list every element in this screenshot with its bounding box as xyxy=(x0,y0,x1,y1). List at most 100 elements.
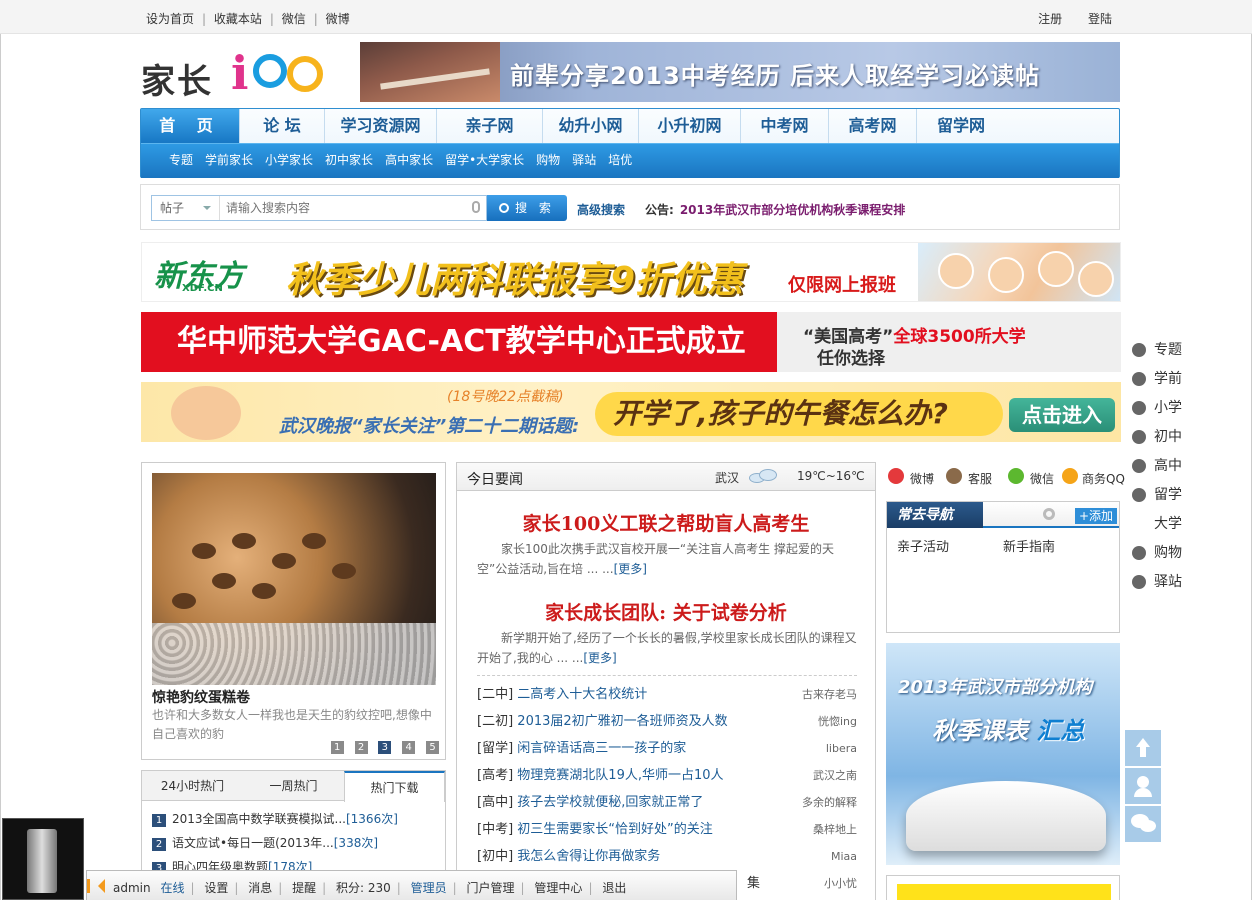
messages-link[interactable]: 消息 xyxy=(248,881,272,895)
qq-icon[interactable] xyxy=(1062,468,1078,484)
business-qq-link[interactable]: 商务QQ xyxy=(1082,470,1125,487)
bookmark-link[interactable]: 收藏本站 xyxy=(214,12,262,26)
collapse-bar-icon[interactable] xyxy=(87,879,90,893)
advanced-search-link[interactable]: 高级搜索 xyxy=(577,201,625,218)
login-link[interactable]: 登陆 xyxy=(1088,12,1112,26)
search-category-select[interactable]: 帖子 xyxy=(152,196,220,220)
headline-1[interactable]: 家长100义工联之帮助盲人高考生 xyxy=(457,509,875,536)
nav-item-home[interactable]: 首 页 xyxy=(141,109,240,143)
list-item[interactable]: [高考] 物理竞赛湖北队19人,华师一占10人 武汉之南 xyxy=(477,762,857,789)
slide-title[interactable]: 惊艳豹纹蛋糕卷 xyxy=(152,687,250,707)
subnav-item[interactable]: 留学•大学家长 xyxy=(445,144,524,176)
nav-item-study[interactable]: 学习资源网 xyxy=(325,109,437,143)
frequent-link[interactable]: 亲子活动 xyxy=(897,536,949,555)
wechat-chat-icon[interactable] xyxy=(1125,806,1161,842)
logout-link[interactable]: 退出 xyxy=(602,881,626,895)
nav-item-primary[interactable]: 小升初网 xyxy=(639,109,741,143)
top-banner-ad[interactable]: 前辈分享2013中考经历 后来人取经学习必读帖 xyxy=(360,42,1120,102)
lunch-topic-banner-ad[interactable]: (18号晚22点截稿) 武汉晚报“家长关注”第二十二期话题: 开学了,孩子的午餐… xyxy=(141,382,1121,442)
list-item[interactable]: 1 2013全国高中数学联赛模拟试...[1366次] xyxy=(152,807,445,831)
online-status[interactable]: 在线 xyxy=(160,881,184,895)
tab-24h-hot[interactable]: 24小时热门 xyxy=(142,771,243,801)
side-nav-item[interactable]: 小学 xyxy=(1130,396,1210,425)
enter-button[interactable]: 点击进入 xyxy=(1009,398,1115,432)
admin-center-link[interactable]: 管理中心 xyxy=(534,881,582,895)
notice-link[interactable]: 2013年武汉市部分培优机构秋季课程安排 xyxy=(680,203,905,217)
list-item[interactable]: [留学] 闲言碎语话高三一一孩子的家 libera xyxy=(477,735,857,762)
hot-item-title: 语文应试•每日一题(2013年... xyxy=(172,836,334,850)
tab-hot-downloads[interactable]: 热门下载 xyxy=(344,771,445,802)
search-input[interactable] xyxy=(224,196,470,220)
gear-icon[interactable] xyxy=(1043,508,1055,520)
autumn-courses-ad[interactable]: 2013年武汉市部分机构 秋季课表 汇总 xyxy=(886,643,1120,865)
nav-item-zhongkao[interactable]: 中考网 xyxy=(741,109,829,143)
side-nav-item[interactable]: 大学 xyxy=(1130,512,1210,541)
nav-item-abroad[interactable]: 留学网 xyxy=(917,109,1005,143)
back-to-top-icon[interactable] xyxy=(1125,730,1161,766)
slide-page-button[interactable]: 5 xyxy=(426,741,439,754)
microphone-icon[interactable] xyxy=(472,201,480,213)
subnav-item[interactable]: 初中家长 xyxy=(325,144,373,176)
side-nav-item[interactable]: 驿站 xyxy=(1130,570,1210,599)
tab-week-hot[interactable]: 一周热门 xyxy=(243,771,344,801)
subnav-item[interactable]: 高中家长 xyxy=(385,144,433,176)
list-item[interactable]: 2 语文应试•每日一题(2013年...[338次] xyxy=(152,831,445,855)
gac-act-banner-ad[interactable]: 华中师范大学GAC-ACT教学中心正式成立 “美国高考”全球3500所大学 任你… xyxy=(141,312,1121,372)
side-nav-item[interactable]: 专题 xyxy=(1130,338,1210,367)
wechat-link[interactable]: 微信 xyxy=(1030,470,1054,487)
customer-service-icon[interactable] xyxy=(946,468,962,484)
nav-item-gaokao[interactable]: 高考网 xyxy=(829,109,917,143)
collapse-arrow-icon[interactable] xyxy=(91,879,105,893)
weibo-icon[interactable] xyxy=(888,468,904,484)
settings-link[interactable]: 设置 xyxy=(204,881,228,895)
side-nav-item[interactable]: 留学 xyxy=(1130,483,1210,512)
yellow-ad-box[interactable] xyxy=(886,875,1120,900)
site-logo[interactable]: 家长 i xyxy=(141,42,331,102)
subnav-item[interactable]: 培优 xyxy=(608,144,632,176)
slide-page-button[interactable]: 2 xyxy=(354,741,368,754)
nav-item-kindergarten[interactable]: 幼升小网 xyxy=(543,109,639,143)
side-nav-item[interactable]: 初中 xyxy=(1130,425,1210,454)
list-item[interactable]: [高中] 孩子去学校就便秘,回家就正常了 多余的解释 xyxy=(477,789,857,816)
side-nav-item[interactable]: 购物 xyxy=(1130,541,1210,570)
subnav-item[interactable]: 购物 xyxy=(536,144,560,176)
customer-service-link[interactable]: 客服 xyxy=(968,470,992,487)
side-nav-item[interactable]: 高中 xyxy=(1130,454,1210,483)
list-item[interactable]: [二中] 二高考入十大名校统计 古来存老马 xyxy=(477,681,857,708)
weibo-link[interactable]: 微博 xyxy=(326,12,350,26)
list-item[interactable]: [二初] 2013届2初广雅初一各班师资及人数 恍惚ing xyxy=(477,708,857,735)
wechat-link[interactable]: 微信 xyxy=(282,12,306,26)
cake-roll-photo[interactable] xyxy=(152,473,436,685)
subnav-item[interactable]: 驿站 xyxy=(572,144,596,176)
search-button[interactable]: 搜 索 xyxy=(487,195,567,221)
slide-page-button[interactable]: 1 xyxy=(330,741,344,754)
username[interactable]: admin xyxy=(113,881,151,895)
slide-page-button[interactable]: 4 xyxy=(402,741,416,754)
weibo-link[interactable]: 微博 xyxy=(910,470,934,487)
points[interactable]: 积分: 230 xyxy=(336,881,391,895)
list-item[interactable]: [中考] 初三生需要家长“恰到好处”的关注 桑梓地上 xyxy=(477,816,857,843)
nav-item-forum[interactable]: 论 坛 xyxy=(240,109,325,143)
add-button[interactable]: +添加 xyxy=(1075,508,1117,524)
register-link[interactable]: 注册 xyxy=(1038,12,1062,26)
more-link[interactable]: [更多] xyxy=(583,651,616,665)
subnav-item[interactable]: 小学家长 xyxy=(265,144,313,176)
admin-role[interactable]: 管理员 xyxy=(411,881,447,895)
set-homepage-link[interactable]: 设为首页 xyxy=(146,12,194,26)
headline-2[interactable]: 家长成长团队: 关于试卷分析 xyxy=(457,598,875,625)
slide-page-button-active[interactable]: 3 xyxy=(378,741,392,754)
frequent-link[interactable]: 新手指南 xyxy=(1003,536,1055,555)
reminders-link[interactable]: 提醒 xyxy=(292,881,316,895)
nav-item-parenting[interactable]: 亲子网 xyxy=(437,109,543,143)
xdf-banner-ad[interactable]: 新东方 XDF.CN 秋季少儿两科联报享9折优惠 仅限网上报班 xyxy=(141,242,1121,302)
side-nav-item[interactable]: 学前 xyxy=(1130,367,1210,396)
brick-phone-image[interactable] xyxy=(2,818,84,900)
subnav-item[interactable]: 学前家长 xyxy=(205,144,253,176)
portal-admin-link[interactable]: 门户管理 xyxy=(467,881,515,895)
list-item[interactable]: [初中] 我怎么舍得让你再做家务 Miaa xyxy=(477,843,857,870)
wechat-icon[interactable] xyxy=(1008,468,1024,484)
user-icon[interactable] xyxy=(1125,768,1161,804)
subnav-item[interactable]: 专题 xyxy=(169,144,193,176)
more-link[interactable]: [更多] xyxy=(614,562,647,576)
search-row: 帖子 搜 索 高级搜索 公告: 2013年武汉市部分培优机构秋季课程安排 xyxy=(140,184,1120,230)
